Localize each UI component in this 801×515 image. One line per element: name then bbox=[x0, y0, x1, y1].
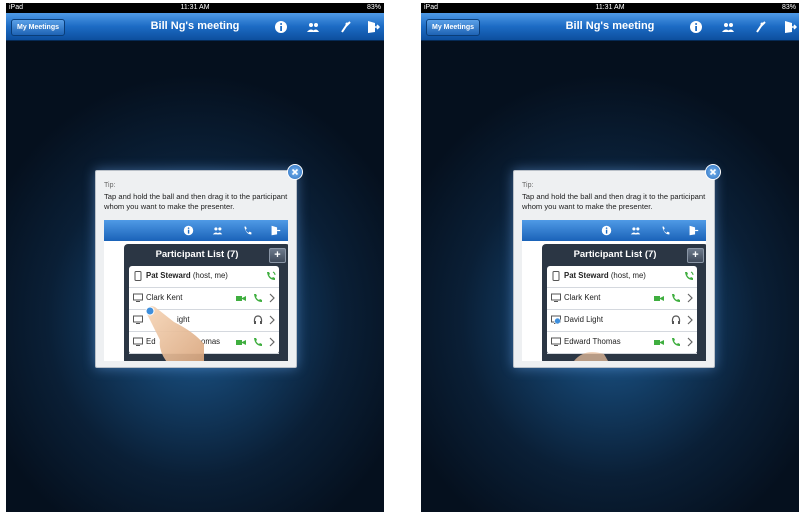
add-participant-button: + bbox=[269, 248, 286, 263]
participant-role: (host, me) bbox=[192, 271, 228, 280]
participant-list-panel: Participant List (7) + Pat Steward (host… bbox=[542, 244, 706, 361]
participant-row: Pat Steward (host, me) bbox=[547, 266, 697, 288]
participant-name: Clark Kent bbox=[564, 293, 601, 302]
phone-icon bbox=[662, 226, 670, 235]
participant-row: Pat Steward (host, me) bbox=[129, 266, 279, 288]
leave-icon bbox=[689, 225, 699, 236]
computer-icon bbox=[133, 315, 143, 324]
status-time: 11:31 AM bbox=[595, 4, 625, 11]
tip-label: Tip: bbox=[104, 182, 116, 189]
ipad-icon bbox=[134, 271, 142, 281]
chevron-right-icon bbox=[269, 315, 275, 325]
phone-audio-icon bbox=[267, 271, 276, 280]
tip-illustration: Participant List (7) + Pat Steward (host… bbox=[522, 220, 706, 361]
participants-icon[interactable] bbox=[306, 20, 320, 34]
participant-list-title: Participant List (7) bbox=[155, 249, 239, 260]
status-bar: iPad 11:31 AM 83% bbox=[421, 3, 799, 13]
participant-role: (host, me) bbox=[610, 271, 646, 280]
computer-icon bbox=[551, 315, 561, 325]
battery-level: 83% bbox=[366, 4, 381, 11]
presenter-ball-icon[interactable] bbox=[339, 20, 353, 34]
add-participant-button: + bbox=[687, 248, 704, 263]
chevron-right-icon bbox=[269, 293, 275, 303]
status-bar: iPad 11:31 AM 83% bbox=[6, 3, 384, 13]
participants-icon bbox=[630, 227, 641, 235]
tip-text: Tap and hold the ball and then drag it t… bbox=[522, 192, 706, 211]
participant-name: Clark Kent bbox=[146, 293, 183, 302]
participant-row: Clark Kent bbox=[547, 288, 697, 310]
info-icon[interactable] bbox=[274, 20, 288, 34]
leave-icon[interactable] bbox=[783, 20, 797, 34]
info-icon bbox=[183, 225, 194, 236]
chevron-right-icon bbox=[687, 337, 693, 347]
finger-illustration bbox=[574, 352, 608, 361]
video-icon bbox=[654, 340, 665, 345]
computer-icon bbox=[133, 337, 143, 346]
participant-row: David Light bbox=[547, 310, 697, 332]
phone-icon bbox=[244, 226, 252, 235]
tip-popup: Tip: Tap and hold the ball and then drag… bbox=[513, 164, 721, 368]
participant-name: Edward Thomas bbox=[564, 337, 621, 346]
status-time: 11:31 AM bbox=[180, 4, 210, 11]
computer-icon bbox=[551, 337, 561, 346]
navigation-bar: My Meetings Bill Ng's meeting bbox=[6, 13, 384, 41]
close-icon[interactable] bbox=[705, 164, 721, 180]
chevron-right-icon bbox=[269, 337, 275, 347]
tip-illustration: Participant List (7) + Pat Steward (host… bbox=[104, 220, 288, 361]
presenter-ball-icon bbox=[145, 306, 155, 316]
participant-list-title: Participant List (7) bbox=[573, 249, 657, 260]
participant-name: David Light bbox=[564, 315, 604, 324]
info-icon bbox=[601, 225, 612, 236]
meeting-title: Bill Ng's meeting bbox=[565, 20, 655, 32]
participants-icon bbox=[212, 227, 223, 235]
video-icon bbox=[236, 296, 247, 301]
computer-icon bbox=[551, 293, 561, 302]
ipad-screen-right: iPad 11:31 AM 83% My Meetings Bill Ng's … bbox=[421, 3, 799, 512]
participant-list: Pat Steward (host, me) Clark Kent bbox=[547, 266, 697, 354]
ipad-screen-left: iPad 11:31 AM 83% My Meetings Bill Ng's … bbox=[6, 3, 384, 512]
tip-label: Tip: bbox=[522, 182, 534, 189]
info-icon[interactable] bbox=[689, 20, 703, 34]
ipad-icon bbox=[552, 271, 560, 281]
phone-audio-icon bbox=[253, 338, 262, 346]
headset-icon bbox=[671, 315, 680, 324]
tip-popup: Tip: Tap and hold the ball and then drag… bbox=[95, 164, 303, 368]
participant-name: Pat Steward bbox=[146, 271, 191, 280]
meeting-title: Bill Ng's meeting bbox=[150, 20, 240, 32]
mini-navigation-bar bbox=[104, 220, 288, 241]
chevron-right-icon bbox=[687, 315, 693, 325]
finger-illustration bbox=[145, 306, 204, 361]
video-icon bbox=[236, 340, 247, 345]
phone-audio-icon bbox=[253, 294, 262, 302]
leave-icon bbox=[271, 225, 281, 236]
presenter-ball-icon[interactable] bbox=[754, 20, 768, 34]
phone-audio-icon bbox=[671, 294, 680, 302]
chevron-right-icon bbox=[687, 293, 693, 303]
tip-text: Tap and hold the ball and then drag it t… bbox=[104, 192, 288, 211]
headset-icon bbox=[253, 315, 262, 324]
mini-navigation-bar bbox=[522, 220, 706, 241]
phone-audio-icon bbox=[685, 271, 694, 280]
close-icon[interactable] bbox=[287, 164, 303, 180]
computer-icon bbox=[133, 293, 143, 302]
participants-icon[interactable] bbox=[721, 20, 735, 34]
video-icon bbox=[654, 296, 665, 301]
leave-icon[interactable] bbox=[366, 20, 380, 34]
phone-audio-icon bbox=[671, 338, 680, 346]
navigation-bar: My Meetings Bill Ng's meeting bbox=[421, 13, 799, 41]
battery-level: 83% bbox=[781, 4, 796, 11]
participant-name: Pat Steward bbox=[564, 271, 609, 280]
